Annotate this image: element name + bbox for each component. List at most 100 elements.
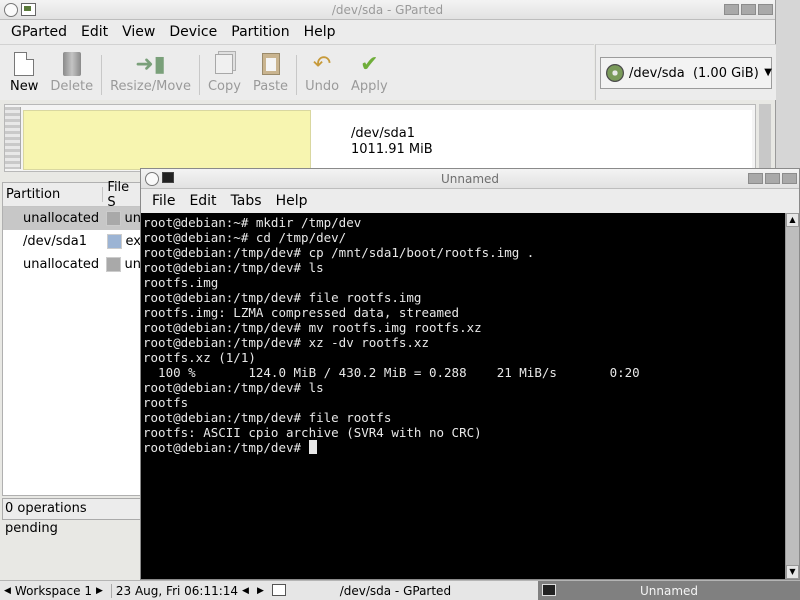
unallocated-segment[interactable] — [23, 110, 311, 170]
segment-partition-name: /dev/sda1 — [351, 126, 415, 141]
row-partition-name: /dev/sda1 — [23, 234, 87, 249]
task-scroll-left-icon[interactable]: ◀ — [238, 586, 253, 596]
workspace-next-arrow-icon[interactable]: ▶ — [92, 586, 107, 596]
undo-button[interactable]: ↶ Undo — [299, 49, 345, 99]
new-label: New — [10, 79, 39, 94]
menu-device[interactable]: Device — [162, 24, 224, 40]
terminal-line: rootfs — [143, 395, 189, 410]
task-terminal-label: Unnamed — [639, 583, 699, 598]
terminal-line: rootfs.img: LZMA compressed data, stream… — [143, 305, 460, 320]
minimize-button[interactable] — [724, 4, 739, 15]
workspace-label[interactable]: Workspace 1 — [15, 584, 92, 598]
partition-list-header: Partition File S — [3, 180, 141, 210]
delete-button[interactable]: Delete — [44, 49, 99, 99]
scroll-down-arrow-icon[interactable]: ▼ — [786, 565, 799, 579]
menu-gparted[interactable]: GParted — [4, 24, 74, 40]
toolbar-separator — [296, 55, 298, 95]
menu-view[interactable]: View — [115, 24, 162, 40]
apply-button[interactable]: ✔ Apply — [345, 49, 394, 99]
taskbar: ◀ Workspace 1 ▶ 23 Aug, Fri 06:11:14 ◀ ▶… — [0, 580, 800, 600]
terminal-line: root@debian:/tmp/dev# ls — [143, 380, 324, 395]
toolbar-separator — [198, 55, 200, 95]
workspace-prev-arrow-icon[interactable]: ◀ — [0, 586, 15, 596]
apply-label: Apply — [351, 79, 388, 94]
status-bar: 0 operations pending — [2, 498, 142, 536]
resize-move-label: Resize/Move — [110, 79, 191, 94]
copy-button[interactable]: Copy — [202, 49, 247, 99]
terminal-prompt: root@debian:/tmp/dev# — [143, 440, 309, 455]
menu-help[interactable]: Help — [297, 24, 343, 40]
terminal-line: rootfs: ASCII cpio archive (SVR4 with no… — [143, 425, 482, 440]
terminal-scrollbar[interactable]: ▲ ▼ — [785, 213, 799, 579]
resize-arrow-icon: ➜▮ — [135, 51, 166, 77]
toolbar-separator — [101, 55, 103, 95]
terminal-line: root@debian:/tmp/dev# cp /mnt/sda1/boot/… — [143, 245, 535, 260]
table-row[interactable]: unallocated un — [3, 207, 141, 230]
menu-edit[interactable]: Edit — [74, 24, 115, 40]
row-filesystem: ex — [125, 234, 141, 249]
partition-list: Partition File S unallocated un /dev/sda… — [2, 180, 142, 496]
device-selector-area: /dev/sda (1.00 GiB) ▼ — [595, 44, 776, 100]
table-row[interactable]: /dev/sda1 ex — [3, 230, 141, 253]
filesystem-color-swatch — [106, 234, 122, 249]
dropdown-arrow-icon[interactable]: ▼ — [764, 67, 772, 78]
row-partition-name: unallocated — [23, 257, 100, 272]
copy-label: Copy — [207, 79, 241, 94]
partition-segment-sda1[interactable]: /dev/sda1 1011.91 MiB — [311, 110, 752, 170]
device-selector[interactable]: /dev/sda (1.00 GiB) — [600, 57, 772, 89]
task-gparted-label: /dev/sda - GParted — [339, 583, 452, 598]
terminal-line: root@debian:/tmp/dev# mv rootfs.img root… — [143, 320, 482, 335]
terminal-line: rootfs.img — [143, 275, 219, 290]
terminal-cursor — [308, 440, 317, 454]
terminal-window: Unnamed File Edit Tabs Help root@debian:… — [140, 168, 800, 580]
undo-icon: ↶ — [312, 51, 332, 77]
terminal-line: rootfs.xz (1/1) — [143, 350, 256, 365]
table-row[interactable]: unallocated un — [3, 253, 141, 276]
terminal-titlebar[interactable]: Unnamed — [141, 169, 799, 189]
gparted-menubar: GParted Edit View Device Partition Help — [0, 20, 775, 44]
close-button[interactable] — [758, 4, 773, 15]
disk-map-scrollbar[interactable] — [759, 104, 771, 172]
terminal-line: root@debian:/tmp/dev# file rootfs — [143, 410, 392, 425]
device-selector-label: /dev/sda (1.00 GiB) — [629, 65, 759, 81]
paste-button[interactable]: Paste — [247, 49, 294, 99]
new-button[interactable]: New — [4, 49, 44, 99]
scroll-up-arrow-icon[interactable]: ▲ — [786, 213, 799, 227]
terminal-prompt-line: root@debian:/tmp/dev# — [143, 440, 786, 455]
hard-disk-icon — [606, 64, 624, 82]
gparted-task-icon — [271, 584, 286, 596]
resize-move-button[interactable]: ➜▮ Resize/Move — [104, 49, 197, 99]
disk-map-handle — [5, 107, 21, 169]
clock: 23 Aug, Fri 06:11:14 — [115, 583, 239, 598]
row-partition-name: unallocated — [23, 211, 100, 226]
terminal-task-icon — [542, 584, 556, 596]
maximize-button[interactable] — [765, 173, 780, 184]
menu-help[interactable]: Help — [269, 193, 315, 209]
menu-partition[interactable]: Partition — [224, 24, 296, 40]
menu-tabs[interactable]: Tabs — [224, 193, 269, 209]
filesystem-color-swatch — [105, 211, 121, 226]
gparted-titlebar[interactable]: /dev/sda - GParted — [0, 0, 775, 20]
terminal-line: 100 % 124.0 MiB / 430.2 MiB = 0.288 21 M… — [143, 365, 640, 380]
terminal-window-title: Unnamed — [440, 172, 500, 186]
terminal-menubar: File Edit Tabs Help — [141, 189, 799, 213]
delete-label: Delete — [50, 79, 94, 94]
minimize-button[interactable] — [748, 173, 763, 184]
trash-icon — [62, 52, 81, 76]
terminal-line: root@debian:/tmp/dev# xz -dv rootfs.xz — [143, 335, 429, 350]
terminal-line: root@debian:/tmp/dev# file rootfs.img — [143, 290, 422, 305]
taskbar-separator — [110, 583, 112, 598]
close-button[interactable] — [782, 173, 797, 184]
column-partition[interactable]: Partition — [3, 187, 104, 202]
terminal-screen[interactable]: root@debian:~# mkdir /tmp/dev root@debian… — [141, 213, 786, 579]
checkmark-icon: ✔ — [360, 51, 379, 77]
gparted-window-title: /dev/sda - GParted — [331, 3, 444, 17]
column-filesystem[interactable]: File S — [103, 180, 141, 210]
task-scroll-right-icon[interactable]: ▶ — [253, 586, 268, 596]
task-terminal[interactable]: Unnamed — [538, 581, 800, 600]
row-filesystem: un — [124, 211, 141, 226]
task-gparted[interactable]: /dev/sda - GParted — [268, 581, 523, 600]
maximize-button[interactable] — [741, 4, 756, 15]
menu-file[interactable]: File — [145, 193, 182, 209]
menu-edit[interactable]: Edit — [182, 193, 223, 209]
